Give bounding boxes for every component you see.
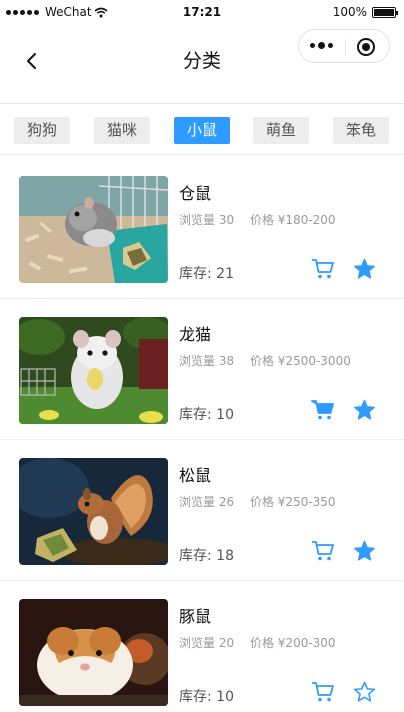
product-name[interactable]: 仓鼠 <box>179 180 211 204</box>
product-name[interactable]: 龙猫 <box>179 321 211 345</box>
target-icon[interactable] <box>357 38 375 56</box>
status-battery: 100% <box>332 5 398 19</box>
views-count: 26 <box>218 495 235 509</box>
views-label: 浏览量 <box>179 636 216 650</box>
list-item[interactable]: 龙猫 浏览量 38 价格 ¥2500-3000 库存: 10 <box>0 299 404 440</box>
stock-label: 库存: <box>179 548 212 564</box>
stock-info: 库存: 10 <box>179 404 234 424</box>
stock-value: 21 <box>216 266 234 282</box>
product-list: 仓鼠 浏览量 30 价格 ¥180-200 库存: 21 龙猫 浏览量 38 价… <box>0 156 404 712</box>
cart-icon[interactable] <box>311 399 335 421</box>
cart-icon[interactable] <box>311 681 335 703</box>
cart-icon[interactable] <box>311 258 335 280</box>
list-item[interactable]: 豚鼠 浏览量 20 价格 ¥200-300 库存: 10 <box>0 581 404 712</box>
price-value: ¥200-300 <box>277 636 336 650</box>
more-icon[interactable] <box>310 42 333 49</box>
product-image-squirrel <box>19 458 168 565</box>
tab-dogs[interactable]: 狗狗 <box>14 117 70 144</box>
tab-fish[interactable]: 萌鱼 <box>253 117 309 144</box>
stock-info: 库存: 21 <box>179 263 234 283</box>
views-label: 浏览量 <box>179 354 216 368</box>
app-screen: WeChat 17:21 100% 分类 狗狗 猫咪 小鼠 萌鱼 笨龟 仓鼠 浏… <box>0 0 404 712</box>
product-meta: 浏览量 20 价格 ¥200-300 <box>179 634 336 651</box>
price-label: 价格 <box>249 213 274 227</box>
stock-label: 库存: <box>179 407 212 423</box>
product-meta: 浏览量 38 价格 ¥2500-3000 <box>179 352 351 369</box>
battery-icon <box>372 6 398 18</box>
miniprogram-capsule <box>298 29 390 63</box>
product-meta: 浏览量 30 价格 ¥180-200 <box>179 211 336 228</box>
price-label: 价格 <box>249 354 274 368</box>
status-bar: WeChat 17:21 100% <box>0 0 404 24</box>
stock-value: 10 <box>216 689 234 705</box>
stock-value: 10 <box>216 407 234 423</box>
views-count: 38 <box>218 354 235 368</box>
battery-percent: 100% <box>332 5 367 19</box>
product-meta: 浏览量 26 价格 ¥250-350 <box>179 493 336 510</box>
favorite-star-icon[interactable] <box>353 399 376 421</box>
product-name[interactable]: 松鼠 <box>179 462 211 486</box>
views-count: 20 <box>218 636 235 650</box>
capsule-divider <box>345 39 346 55</box>
favorite-star-icon[interactable] <box>353 540 376 562</box>
views-label: 浏览量 <box>179 213 216 227</box>
views-count: 30 <box>218 213 235 227</box>
views-label: 浏览量 <box>179 495 216 509</box>
cart-icon[interactable] <box>311 540 335 562</box>
favorite-star-icon[interactable] <box>353 258 376 280</box>
product-image-chinchilla <box>19 317 168 424</box>
product-image-guinea-pig <box>19 599 168 706</box>
price-label: 价格 <box>249 495 274 509</box>
category-tabs: 狗狗 猫咪 小鼠 萌鱼 笨龟 <box>0 105 404 155</box>
tab-turtles[interactable]: 笨龟 <box>333 117 389 144</box>
nav-bar: 分类 <box>0 24 404 104</box>
price-value: ¥250-350 <box>277 495 336 509</box>
list-item[interactable]: 仓鼠 浏览量 30 价格 ¥180-200 库存: 21 <box>0 158 404 299</box>
tab-cats[interactable]: 猫咪 <box>94 117 150 144</box>
stock-info: 库存: 10 <box>179 686 234 706</box>
stock-label: 库存: <box>179 266 212 282</box>
list-item[interactable]: 松鼠 浏览量 26 价格 ¥250-350 库存: 18 <box>0 440 404 581</box>
favorite-star-icon[interactable] <box>353 681 376 703</box>
stock-value: 18 <box>216 548 234 564</box>
price-label: 价格 <box>249 636 274 650</box>
stock-label: 库存: <box>179 689 212 705</box>
price-value: ¥2500-3000 <box>277 354 351 368</box>
price-value: ¥180-200 <box>277 213 336 227</box>
product-image-hamster <box>19 176 168 283</box>
tab-mice[interactable]: 小鼠 <box>174 117 230 144</box>
product-name[interactable]: 豚鼠 <box>179 603 211 627</box>
stock-info: 库存: 18 <box>179 545 234 565</box>
